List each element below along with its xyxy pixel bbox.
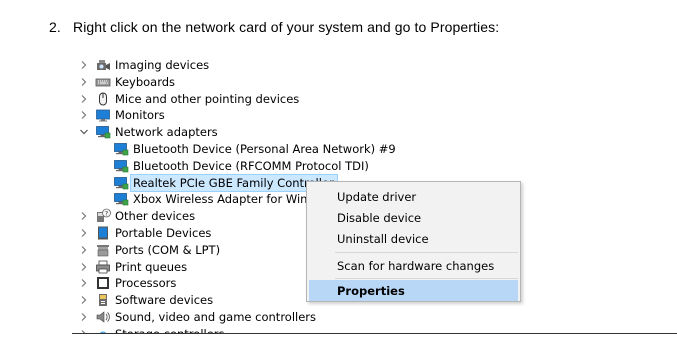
- chevron-right-icon[interactable]: [79, 91, 89, 107]
- device-tree-category[interactable]: Mice and other pointing devices: [81, 91, 300, 107]
- menu-item-label: Scan for hardware changes: [337, 258, 495, 273]
- device-tree-category[interactable]: Keyboards: [81, 74, 176, 90]
- svg-text:?: ?: [105, 210, 108, 218]
- processor-icon: [95, 275, 111, 291]
- unknown-device-icon: ?: [95, 208, 111, 224]
- network-adapter-icon: [113, 141, 129, 157]
- chevron-right-icon[interactable]: [79, 107, 89, 123]
- network-adapter-icon: [113, 191, 129, 207]
- chevron-right-icon[interactable]: [79, 309, 89, 325]
- device-tree-label: Ports (COM & LPT): [115, 242, 221, 257]
- device-tree-category[interactable]: Imaging devices: [81, 57, 210, 73]
- device-tree-category[interactable]: Software devices: [81, 292, 214, 308]
- chevron-right-icon[interactable]: [79, 326, 89, 333]
- chevron-right-icon[interactable]: [79, 292, 89, 308]
- device-tree-category[interactable]: Sound, video and game controllers: [81, 309, 317, 325]
- menu-item-label: Update driver: [337, 189, 417, 204]
- chevron-right-icon[interactable]: [79, 259, 89, 275]
- portable-device-icon: [95, 225, 111, 241]
- device-tree-label: Keyboards: [115, 74, 176, 89]
- chevron-down-icon[interactable]: [79, 124, 89, 140]
- device-tree-category[interactable]: Ports (COM & LPT): [81, 242, 221, 258]
- device-tree-label: Bluetooth Device (Personal Area Network)…: [133, 142, 396, 156]
- menu-item-properties[interactable]: Properties: [309, 280, 518, 301]
- chevron-right-icon[interactable]: [79, 242, 89, 258]
- software-device-icon: [95, 292, 111, 308]
- chevron-right-icon[interactable]: [79, 208, 89, 224]
- chevron-right-icon[interactable]: [79, 57, 89, 73]
- menu-separator: [335, 252, 518, 253]
- monitor-icon: [95, 107, 111, 123]
- chevron-right-icon[interactable]: [79, 225, 89, 241]
- speaker-icon: [95, 309, 111, 325]
- context-menu: Update driver Disable device Uninstall d…: [306, 181, 521, 302]
- port-icon: [95, 242, 111, 258]
- device-tree-child-item[interactable]: Xbox Wireless Adapter for Windows: [113, 191, 337, 207]
- network-adapter-icon: [113, 158, 129, 174]
- device-tree-category[interactable]: Portable Devices: [81, 225, 212, 241]
- device-tree-label: Print queues: [115, 259, 188, 274]
- menu-item-uninstall-device[interactable]: Uninstall device: [307, 228, 520, 249]
- device-tree-label: Bluetooth Device (RFCOMM Protocol TDI): [133, 158, 369, 173]
- device-tree-label: Imaging devices: [115, 58, 210, 72]
- page-divider: [72, 333, 677, 334]
- device-tree-category[interactable]: Processors: [81, 275, 177, 291]
- storage-controller-icon: [95, 326, 111, 333]
- mouse-icon: [95, 91, 111, 107]
- device-tree-child-item[interactable]: Bluetooth Device (RFCOMM Protocol TDI): [113, 158, 369, 174]
- device-tree-label: Mice and other pointing devices: [115, 91, 300, 106]
- device-tree-category[interactable]: Storage controllers: [81, 326, 225, 333]
- device-tree-category[interactable]: Network adapters: [80, 124, 218, 140]
- device-tree-label: Portable Devices: [115, 226, 212, 240]
- menu-item-update-driver[interactable]: Update driver: [307, 186, 520, 207]
- menu-item-disable-device[interactable]: Disable device: [307, 207, 520, 228]
- menu-item-label: Uninstall device: [337, 231, 429, 246]
- device-tree-label: Software devices: [115, 293, 214, 308]
- device-tree-label: Network adapters: [115, 125, 218, 140]
- device-tree-label: Monitors: [115, 108, 165, 123]
- device-tree-label: Storage controllers: [115, 326, 225, 333]
- printer-icon: [95, 259, 111, 275]
- device-tree-category[interactable]: Monitors: [81, 107, 165, 123]
- chevron-right-icon[interactable]: [79, 74, 89, 90]
- menu-item-label: Disable device: [337, 210, 422, 225]
- chevron-right-icon[interactable]: [79, 275, 89, 291]
- menu-item-label: Properties: [337, 283, 405, 298]
- device-tree-category[interactable]: ? Other devices: [81, 208, 196, 224]
- menu-separator: [335, 278, 518, 279]
- camera-icon: [95, 57, 111, 73]
- keyboard-icon: [95, 74, 111, 90]
- device-tree-label: Other devices: [115, 209, 196, 224]
- device-tree-child-item[interactable]: Bluetooth Device (Personal Area Network)…: [113, 141, 396, 157]
- menu-item-scan-hardware[interactable]: Scan for hardware changes: [307, 255, 520, 276]
- network-adapter-icon: [113, 175, 129, 191]
- device-tree-label: Processors: [115, 276, 177, 291]
- device-tree-child-item[interactable]: Realtek PCIe GBE Family Controller: [113, 173, 338, 192]
- device-tree-category[interactable]: Print queues: [81, 259, 188, 275]
- device-tree-label: Sound, video and game controllers: [115, 310, 317, 324]
- network-adapter-icon: [95, 124, 111, 140]
